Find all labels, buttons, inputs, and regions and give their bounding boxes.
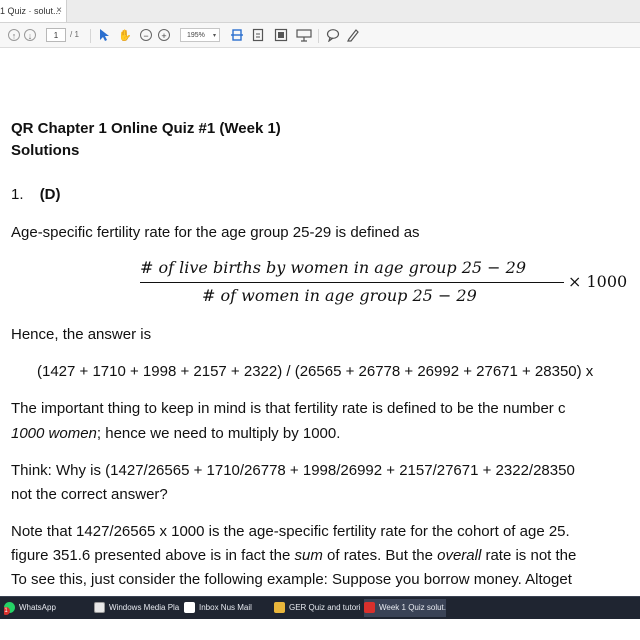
tab-strip: 1 Quiz · solut... × (0, 0, 640, 23)
taskbar-label: Inbox Nus Mail (199, 603, 252, 612)
emphasis-text: overall (437, 547, 482, 564)
below-taskbar-area (0, 619, 640, 640)
important-paragraph-line2: 1000 women; hence we need to multiply by… (11, 425, 340, 442)
think-paragraph-line1: Think: Why is (1427/26565 + 1710/26778 +… (11, 462, 575, 479)
important-paragraph-line1: The important thing to keep in mind is t… (11, 400, 566, 417)
cursor-arrow-icon (100, 29, 109, 41)
zoom-in-button[interactable]: + (158, 26, 170, 44)
fit-width-button[interactable] (230, 26, 244, 44)
tab-title: 1 Quiz · solut... (0, 6, 61, 16)
question-number: 1. (11, 186, 24, 203)
important-tail: ; hence we need to multiply by 1000. (96, 425, 341, 442)
document-subtitle: Solutions (11, 142, 80, 159)
document-tab[interactable]: 1 Quiz · solut... × (0, 0, 67, 22)
next-page-button[interactable]: ↓ (24, 26, 36, 44)
fullscreen-icon (274, 28, 288, 42)
taskbar-item-whatsapp[interactable]: 1 WhatsApp (4, 599, 90, 617)
question-heading: 1. (D) (11, 186, 61, 203)
notification-badge: 1 (4, 607, 10, 616)
taskbar-label: Windows Media Pla... (109, 603, 180, 612)
formula-denominator: # of women in age group 25 − 29 (202, 286, 477, 305)
windows-taskbar: 1 WhatsApp Windows Media Pla... Inbox Nu… (0, 596, 640, 619)
fit-width-icon (231, 29, 243, 41)
select-tool-button[interactable] (98, 26, 110, 44)
zoom-select[interactable]: 195% ▾ (180, 28, 220, 42)
taskbar-label: GER Quiz and tutori... (289, 603, 360, 612)
page-total: / 1 (70, 30, 79, 39)
note-text: of rates. But the (322, 547, 438, 564)
hence-paragraph: Hence, the answer is (11, 326, 152, 343)
note-paragraph-line3: To see this, just consider the following… (11, 571, 572, 588)
comment-button[interactable] (326, 26, 340, 44)
emphasis-text: 1000 women (11, 425, 97, 442)
think-paragraph-line2: not the correct answer? (11, 486, 168, 503)
calculation-line: (1427 + 1710 + 1998 + 2157 + 2322) / (26… (37, 363, 594, 380)
tab-close-icon[interactable]: × (56, 0, 62, 22)
previous-page-button[interactable]: ↑ (8, 26, 20, 44)
arrow-down-icon: ↓ (24, 29, 36, 41)
taskbar-item-media-player[interactable]: Windows Media Pla... (94, 599, 180, 617)
media-player-icon (94, 602, 105, 614)
projector-icon (296, 29, 312, 42)
pen-icon (347, 29, 359, 42)
taskbar-item-pdf[interactable]: Week 1 Quiz solut... (364, 599, 446, 617)
taskbar-item-folder[interactable]: GER Quiz and tutori... (274, 599, 360, 617)
note-paragraph-line2: figure 351.6 presented above is in fact … (11, 547, 576, 564)
emphasis-text: sum (294, 547, 323, 564)
zoom-out-button[interactable]: − (140, 26, 152, 44)
whatsapp-icon: 1 (4, 602, 15, 616)
fullscreen-button[interactable] (274, 26, 288, 44)
pdf-page: QR Chapter 1 Online Quiz #1 (Week 1) Sol… (0, 48, 640, 596)
arrow-up-icon: ↑ (8, 29, 20, 41)
pdf-toolbar: ↑ ↓ 1 / 1 ✋ − + 195% ▾ (0, 23, 640, 48)
taskbar-label: WhatsApp (19, 603, 56, 612)
hand-tool-button[interactable]: ✋ (118, 26, 132, 44)
fit-page-icon (252, 28, 264, 42)
formula-multiplier: × 1000 (568, 272, 628, 291)
chevron-down-icon: ▾ (212, 33, 216, 39)
note-text: rate is not the (481, 547, 577, 564)
fertility-rate-formula: # of live births by women in age group 2… (140, 254, 640, 314)
zoom-value: 195% (187, 32, 205, 39)
toolbar-divider (90, 29, 91, 43)
taskbar-item-mail[interactable]: Inbox Nus Mail (184, 599, 262, 617)
toolbar-divider (318, 29, 319, 43)
envelope-icon (184, 602, 195, 614)
pdf-icon (364, 602, 375, 614)
note-text: figure 351.6 presented above is in fact … (11, 547, 295, 564)
presentation-button[interactable] (296, 26, 312, 44)
document-title: QR Chapter 1 Online Quiz #1 (Week 1) (11, 120, 281, 137)
note-paragraph-line1: Note that 1427/26565 x 1000 is the age-s… (11, 523, 570, 540)
annotate-button[interactable] (346, 26, 360, 44)
hand-icon: ✋ (118, 29, 132, 42)
formula-numerator: # of live births by women in age group 2… (140, 258, 527, 277)
taskbar-label: Week 1 Quiz solut... (379, 603, 446, 612)
question-answer: (D) (39, 186, 61, 203)
folder-icon (274, 602, 285, 614)
page-number-input[interactable]: 1 (46, 28, 66, 42)
fit-page-button[interactable] (252, 26, 264, 44)
zoom-in-icon: + (158, 29, 170, 41)
definition-paragraph: Age-specific fertility rate for the age … (11, 224, 420, 241)
speech-bubble-icon (326, 29, 340, 42)
zoom-out-icon: − (140, 29, 152, 41)
fraction-bar (140, 282, 564, 283)
